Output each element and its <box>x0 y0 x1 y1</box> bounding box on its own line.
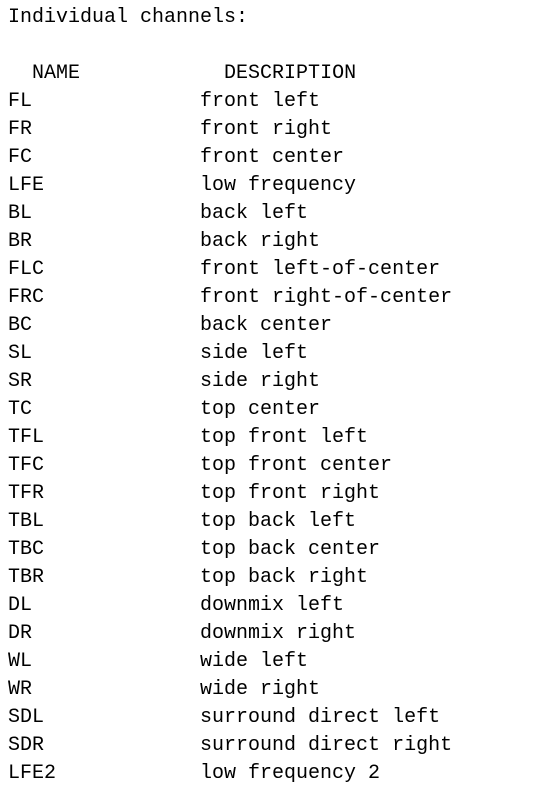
channel-description: top back right <box>200 564 368 592</box>
channel-name: DR <box>8 620 200 648</box>
channel-row: TBCtop back center <box>8 536 538 564</box>
channel-row: SDRsurround direct right <box>8 732 538 760</box>
channel-row: BRback right <box>8 228 538 256</box>
channel-list: FLfront leftFRfront rightFCfront centerL… <box>8 88 538 788</box>
channel-name: WL <box>8 648 200 676</box>
channel-name: SDL <box>8 704 200 732</box>
channel-row: FRCfront right-of-center <box>8 284 538 312</box>
channel-name: SDR <box>8 732 200 760</box>
channel-row: FRfront right <box>8 116 538 144</box>
channel-row: TBRtop back right <box>8 564 538 592</box>
channel-description: downmix left <box>200 592 344 620</box>
channel-description: side left <box>200 340 308 368</box>
channel-row: WLwide left <box>8 648 538 676</box>
channel-row: TBLtop back left <box>8 508 538 536</box>
channel-description: wide right <box>200 676 320 704</box>
channel-name: TBR <box>8 564 200 592</box>
channel-description: front left-of-center <box>200 256 440 284</box>
channel-name: FL <box>8 88 200 116</box>
channel-description: low frequency <box>200 172 356 200</box>
channel-description: back right <box>200 228 320 256</box>
channel-name: SL <box>8 340 200 368</box>
channel-description: surround direct left <box>200 704 440 732</box>
channel-description: front right <box>200 116 332 144</box>
channel-description: wide left <box>200 648 308 676</box>
channel-row: LFE2low frequency 2 <box>8 760 538 788</box>
channel-name: FLC <box>8 256 200 284</box>
channel-description: top front left <box>200 424 368 452</box>
channel-description: low frequency 2 <box>200 760 380 788</box>
channel-name: TBC <box>8 536 200 564</box>
channel-description: top front right <box>200 480 380 508</box>
channel-row: BCback center <box>8 312 538 340</box>
channel-name: LFE <box>8 172 200 200</box>
channel-row: TCtop center <box>8 396 538 424</box>
channel-description: top center <box>200 396 320 424</box>
channel-row: BLback left <box>8 200 538 228</box>
channel-name: TC <box>8 396 200 424</box>
channel-description: front right-of-center <box>200 284 452 312</box>
channel-row: FLfront left <box>8 88 538 116</box>
channel-description: surround direct right <box>200 732 452 760</box>
channel-name: LFE2 <box>8 760 200 788</box>
channel-name: WR <box>8 676 200 704</box>
channel-description: top back left <box>200 508 356 536</box>
channel-name: TFR <box>8 480 200 508</box>
channel-name: TFL <box>8 424 200 452</box>
channel-name: TFC <box>8 452 200 480</box>
header-description: DESCRIPTION <box>224 60 356 88</box>
channel-row: TFLtop front left <box>8 424 538 452</box>
channel-name: BC <box>8 312 200 340</box>
channel-row: DRdownmix right <box>8 620 538 648</box>
header-name: NAME <box>32 60 224 88</box>
channel-row: SRside right <box>8 368 538 396</box>
channel-row: FCfront center <box>8 144 538 172</box>
channel-name: DL <box>8 592 200 620</box>
channel-name: SR <box>8 368 200 396</box>
section-title: Individual channels: <box>8 4 538 32</box>
channel-description: top back center <box>200 536 380 564</box>
channel-row: LFElow frequency <box>8 172 538 200</box>
channel-name: BL <box>8 200 200 228</box>
channel-row: FLCfront left-of-center <box>8 256 538 284</box>
channel-name: BR <box>8 228 200 256</box>
channel-row: TFCtop front center <box>8 452 538 480</box>
channel-description: front left <box>200 88 320 116</box>
table-header: NAMEDESCRIPTION <box>8 32 538 88</box>
channel-description: downmix right <box>200 620 356 648</box>
channel-row: DLdownmix left <box>8 592 538 620</box>
channel-row: SDLsurround direct left <box>8 704 538 732</box>
channel-row: SLside left <box>8 340 538 368</box>
channel-name: FC <box>8 144 200 172</box>
channel-description: back left <box>200 200 308 228</box>
channel-name: FRC <box>8 284 200 312</box>
channel-description: back center <box>200 312 332 340</box>
channel-row: TFRtop front right <box>8 480 538 508</box>
channel-description: side right <box>200 368 320 396</box>
channel-description: top front center <box>200 452 392 480</box>
channel-description: front center <box>200 144 344 172</box>
channel-row: WRwide right <box>8 676 538 704</box>
channel-name: FR <box>8 116 200 144</box>
channel-name: TBL <box>8 508 200 536</box>
